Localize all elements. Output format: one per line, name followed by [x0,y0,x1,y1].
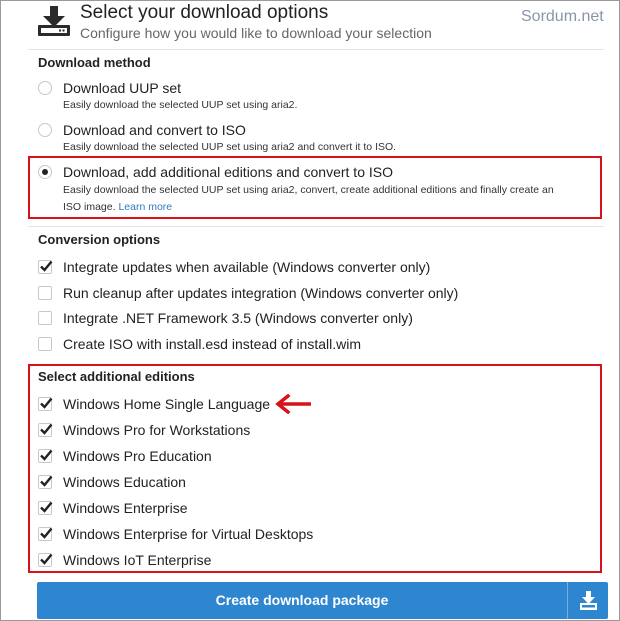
checkmark-icon [40,475,53,487]
checkbox-edition[interactable] [38,449,53,463]
checkmark-icon [40,527,53,539]
edition-label[interactable]: Windows Enterprise for Virtual Desktops [63,526,313,542]
checkmark-icon [40,501,53,513]
radio-download-uup-set[interactable] [38,81,52,95]
checkmark-icon [40,449,53,461]
conversion-option-label[interactable]: Run cleanup after updates integration (W… [63,285,458,301]
conversion-option-label[interactable]: Create ISO with install.esd instead of i… [63,336,361,352]
checkbox-edition[interactable] [38,527,53,541]
checkbox-edition[interactable] [38,423,53,437]
checkbox-edition[interactable] [38,475,53,489]
description-continuation: ISO image. [63,201,116,213]
download-method-title: Download method [38,55,151,70]
checkbox-edition[interactable] [38,501,53,515]
additional-editions-title: Select additional editions [38,369,195,384]
option-download-uup-set-label[interactable]: Download UUP set [63,80,181,96]
edition-label[interactable]: Windows Home Single Language [63,396,270,412]
checkbox-edition[interactable] [38,553,53,567]
download-icon [580,591,597,610]
page-subtitle: Configure how you would like to download… [80,25,432,41]
page-title: Select your download options [80,2,329,23]
radio-download-add-editions-iso[interactable] [38,165,52,179]
option-download-convert-iso-description: Easily download the selected UUP set usi… [63,141,397,153]
option-download-uup-set-description: Easily download the selected UUP set usi… [63,99,298,111]
edition-label[interactable]: Windows IoT Enterprise [63,552,211,568]
option-download-add-editions-iso-label[interactable]: Download, add additional editions and co… [63,164,393,180]
create-download-package-button[interactable]: Create download package [37,582,608,619]
button-divider [567,582,568,619]
left-arrow-icon [275,394,311,414]
checkmark-icon [40,553,53,565]
option-download-add-editions-iso-description: Easily download the selected UUP set usi… [63,184,554,196]
create-download-package-label: Create download package [215,592,389,608]
checkbox-edition[interactable] [38,397,53,411]
checkbox-create-iso-esd[interactable] [38,337,52,351]
edition-label[interactable]: Windows Education [63,474,186,490]
checkmark-icon [40,423,53,435]
edition-label[interactable]: Windows Pro for Workstations [63,422,250,438]
radio-download-convert-iso[interactable] [38,123,52,137]
learn-more-link[interactable]: Learn more [118,201,172,213]
option-download-convert-iso-label[interactable]: Download and convert to ISO [63,122,246,138]
checkmark-icon [40,260,53,272]
option-download-add-editions-iso-description-2: ISO image. Learn more [63,201,172,213]
edition-label[interactable]: Windows Enterprise [63,500,188,516]
checkbox-run-cleanup[interactable] [38,286,52,300]
conversion-option-label[interactable]: Integrate updates when available (Window… [63,259,430,275]
edition-label[interactable]: Windows Pro Education [63,448,212,464]
conversion-options-title: Conversion options [38,232,161,247]
checkbox-integrate-updates[interactable] [38,260,53,274]
download-tray-icon [38,6,70,36]
divider [28,226,604,227]
conversion-option-label[interactable]: Integrate .NET Framework 3.5 (Windows co… [63,310,413,326]
checkmark-icon [40,397,53,409]
checkbox-integrate-net[interactable] [38,311,52,325]
divider [28,49,604,50]
watermark: Sordum.net [521,8,604,25]
